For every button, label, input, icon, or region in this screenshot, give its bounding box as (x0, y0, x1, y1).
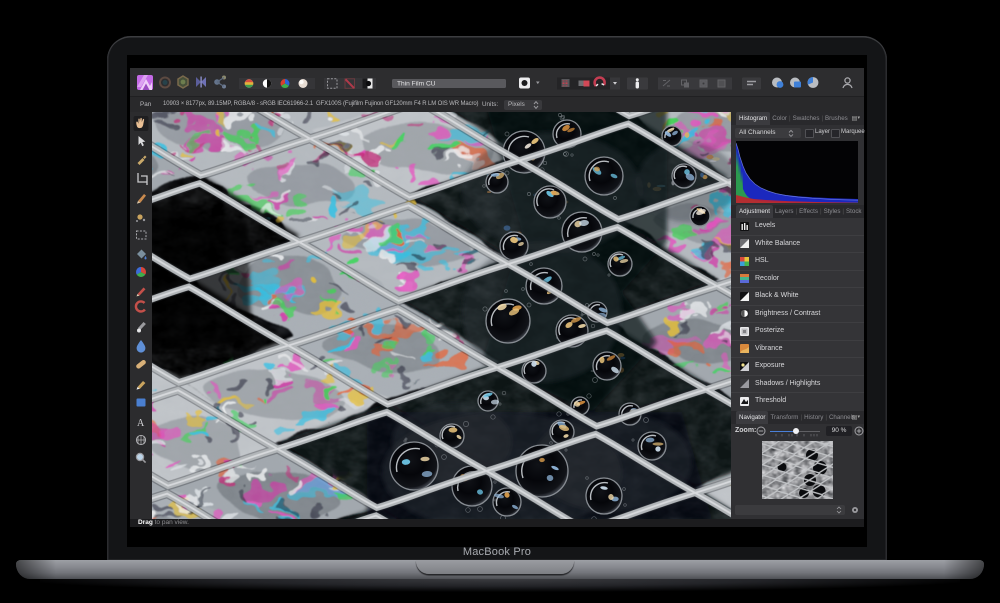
svg-text:Thin Film CU: Thin Film CU (397, 81, 436, 88)
svg-text:A: A (137, 418, 145, 429)
